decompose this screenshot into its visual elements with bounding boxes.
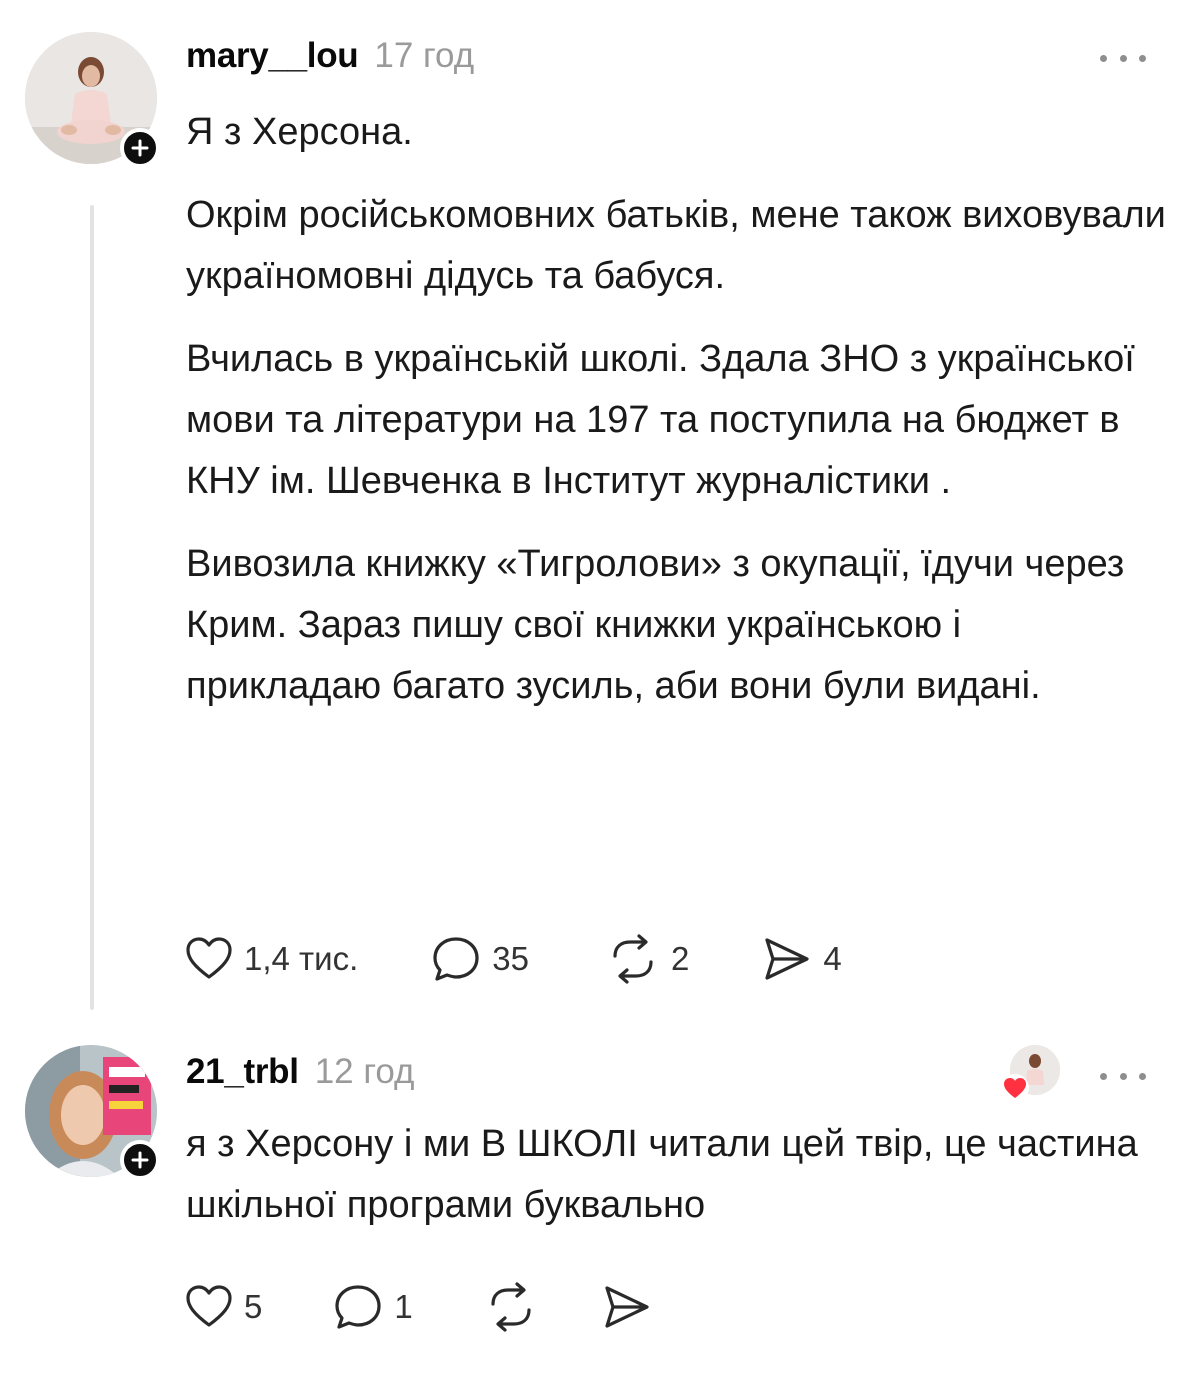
comment-body: Я з Херсона. Окрім російськомовних батьк…: [186, 102, 1166, 717]
liked-by-author-indicator: [1000, 1045, 1064, 1109]
thread-connector-line: [90, 205, 94, 1010]
reply-button[interactable]: 35: [430, 934, 529, 984]
repost-icon: [491, 1282, 531, 1332]
follow-button[interactable]: [120, 1140, 160, 1180]
timestamp: 17 год: [374, 36, 475, 75]
like-count: 5: [244, 1288, 263, 1325]
comment-paragraph: Вчилась в українській школі. Здала ЗНО з…: [186, 338, 1135, 502]
comment-paragraph: Я з Херсона.: [186, 111, 413, 153]
share-send-icon: [765, 938, 809, 980]
like-button[interactable]: 5: [184, 1282, 262, 1332]
comment-paragraph: Окрім російськомовних батьків, мене тако…: [186, 194, 1166, 297]
action-bar: 1,4 тис. 35 2 4: [184, 934, 842, 984]
heart-icon: [186, 1285, 232, 1327]
like-button[interactable]: 1,4 тис.: [184, 934, 358, 984]
comment-bubble-icon: [335, 1285, 381, 1329]
share-count: 4: [823, 940, 842, 977]
heart-icon: [1001, 1074, 1029, 1102]
reply-count: 1: [394, 1288, 413, 1325]
repost-button[interactable]: [483, 1282, 539, 1332]
plus-icon: [131, 139, 149, 157]
more-dots-icon: [1100, 54, 1107, 62]
follow-button[interactable]: [120, 128, 160, 168]
repost-icon: [613, 934, 653, 984]
share-button[interactable]: [601, 1282, 653, 1332]
repost-count: 2: [670, 940, 690, 977]
reply-count: 35: [492, 940, 529, 977]
more-options-button[interactable]: [1100, 1066, 1146, 1086]
comment-body: я з Херсону і ми В ШКОЛІ читали цей твір…: [186, 1114, 1166, 1236]
comment-header: 21_trbl 12 год: [186, 1052, 414, 1092]
comment-paragraph: Вивозила книжку «Тигролови» з окупації, …: [186, 543, 1125, 707]
like-count: 1,4 тис.: [244, 940, 359, 977]
comment-header: mary__lou 17 год: [186, 36, 474, 76]
more-options-button[interactable]: [1100, 48, 1146, 68]
username[interactable]: mary__lou: [186, 36, 359, 76]
comment-bubble-icon: [433, 937, 479, 981]
plus-icon: [131, 1151, 149, 1169]
repost-button[interactable]: 2: [605, 934, 689, 984]
timestamp: 12 год: [314, 1052, 415, 1091]
heart-icon: [186, 937, 232, 979]
reply-button[interactable]: 1: [332, 1282, 413, 1332]
share-send-icon: [605, 1286, 649, 1328]
more-dots-icon: [1100, 1072, 1107, 1080]
action-bar: 5 1: [184, 1282, 653, 1332]
username[interactable]: 21_trbl: [186, 1052, 299, 1092]
comment-paragraph: я з Херсону і ми В ШКОЛІ читали цей твір…: [186, 1123, 1138, 1226]
share-button[interactable]: 4: [761, 934, 842, 984]
